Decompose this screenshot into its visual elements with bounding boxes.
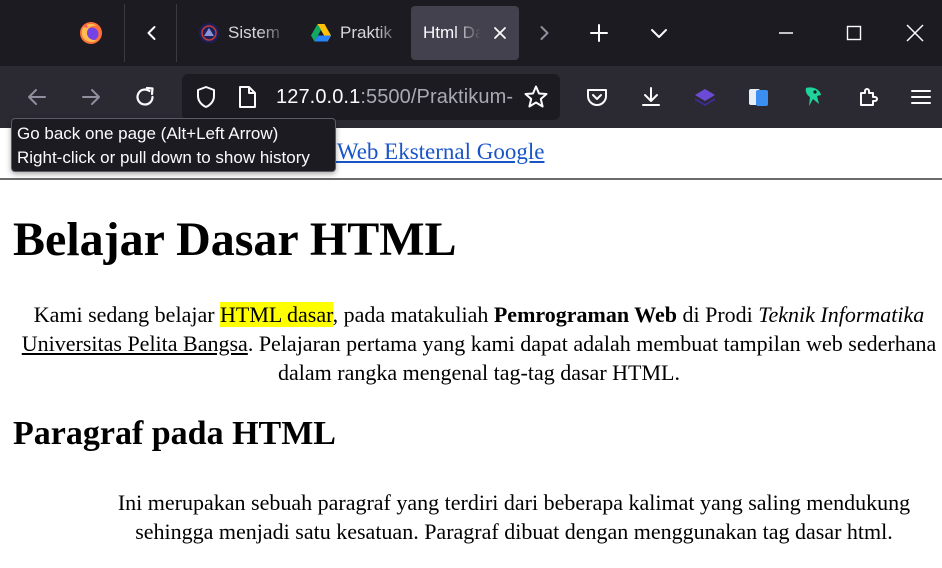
highlighted-text: HTML dasar <box>220 302 333 327</box>
pocket-button[interactable] <box>580 80 614 114</box>
url-host: 127.0.0.1 <box>276 86 361 108</box>
bookmark-star-icon[interactable] <box>523 84 549 110</box>
tab-scroll-left-button[interactable] <box>136 17 168 49</box>
tooltip-line: Go back one page (Alt+Left Arrow) <box>17 124 279 143</box>
close-icon <box>494 27 506 39</box>
tooltip-line: Right-click or pull down to show history <box>17 148 310 167</box>
downloads-button[interactable] <box>634 80 668 114</box>
tab-scroll-right-button[interactable] <box>528 17 560 49</box>
google-drive-icon <box>311 24 331 42</box>
chevron-left-icon <box>147 26 156 40</box>
extension-cards-button[interactable] <box>742 80 776 114</box>
extension-layers-button[interactable] <box>688 80 722 114</box>
layers-extension-icon <box>695 89 715 106</box>
page-info-icon[interactable] <box>236 85 258 109</box>
tab-separator <box>124 4 125 62</box>
maximize-icon <box>846 25 862 41</box>
maximize-window-button[interactable] <box>820 0 888 66</box>
url-text[interactable]: 127.0.0.1:5500/Praktikum- <box>276 86 513 109</box>
intro-text: , pada matakuliah <box>332 302 494 327</box>
close-icon <box>906 24 924 42</box>
page-content: n Web Eksternal Google Belajar Dasar HTM… <box>0 128 942 568</box>
italic-text: Teknik Informatika <box>758 302 925 327</box>
new-tab-button[interactable] <box>583 17 615 49</box>
back-button-tooltip: Go back one page (Alt+Left Arrow) Right-… <box>11 118 336 172</box>
close-tab-button[interactable] <box>489 22 511 44</box>
reload-button[interactable] <box>128 80 162 114</box>
tab-sistem[interactable]: Sistem <box>178 6 294 60</box>
intro-text: di Prodi <box>676 302 759 327</box>
extension-parrot-button[interactable] <box>796 80 830 114</box>
url-path: :5500/Praktikum- <box>360 86 514 108</box>
tab-strip: Sistem Praktik Html Da <box>0 0 942 66</box>
intro-text: . Pelajaran pertama yang kami dapat adal… <box>247 331 937 385</box>
underlined-text: Universitas Pelita Bangsa <box>21 331 248 356</box>
intro-text: Kami sedang belajar <box>33 302 221 327</box>
body-paragraph: Ini merupakan sebuah paragraf yang terdi… <box>76 488 942 546</box>
chevron-down-icon <box>651 29 667 38</box>
minimize-icon <box>779 32 793 34</box>
list-all-tabs-button[interactable] <box>643 17 675 49</box>
plus-icon <box>590 24 608 42</box>
paragraph-line: Ini merupakan sebuah paragraf yang terdi… <box>117 490 911 515</box>
tab-separator <box>176 4 177 62</box>
paragraph-line: sehingga menjadi satu kesatuan. Paragraf… <box>135 519 893 544</box>
reload-icon <box>136 86 154 106</box>
url-bar[interactable]: 127.0.0.1:5500/Praktikum- <box>182 74 560 120</box>
horizontal-rule <box>0 178 942 180</box>
puzzle-icon <box>860 88 878 106</box>
arrow-left-icon <box>28 89 46 105</box>
close-window-button[interactable] <box>888 0 942 66</box>
back-button[interactable] <box>20 80 54 114</box>
download-icon <box>642 87 660 106</box>
bold-text: Pemrograman Web <box>493 302 677 327</box>
chevron-right-icon <box>540 26 549 40</box>
hamburger-menu-icon <box>911 90 931 104</box>
tab-html-dasar[interactable]: Html Da <box>411 6 519 60</box>
page-heading: Belajar Dasar HTML <box>13 213 457 266</box>
university-logo-icon <box>199 23 219 43</box>
pocket-icon <box>587 89 607 106</box>
firefox-view-icon[interactable] <box>78 20 104 46</box>
app-menu-button[interactable] <box>904 80 938 114</box>
extensions-button[interactable] <box>851 80 885 114</box>
tab-praktikum[interactable]: Praktik <box>290 6 408 60</box>
section-heading: Paragraf pada HTML <box>13 415 336 452</box>
shield-icon[interactable] <box>194 85 218 109</box>
forward-button[interactable] <box>74 80 108 114</box>
external-google-link[interactable]: n Web Eksternal Google <box>320 139 544 165</box>
arrow-right-icon <box>82 89 100 105</box>
cards-extension-icon <box>749 89 768 106</box>
parrot-extension-icon <box>805 87 821 106</box>
intro-paragraph: Kami sedang belajar HTML dasar, pada mat… <box>12 300 942 387</box>
minimize-window-button[interactable] <box>752 0 820 66</box>
